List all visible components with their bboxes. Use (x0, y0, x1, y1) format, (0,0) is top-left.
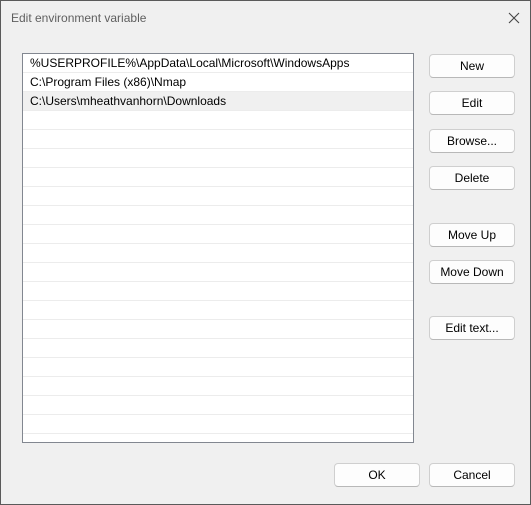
ok-button[interactable]: OK (334, 463, 420, 487)
close-icon (508, 12, 520, 24)
list-item[interactable] (23, 168, 413, 187)
move-down-button[interactable]: Move Down (429, 260, 515, 284)
list-item[interactable] (23, 206, 413, 225)
list-item[interactable] (23, 339, 413, 358)
list-item[interactable] (23, 396, 413, 415)
edit-environment-variable-dialog: Edit environment variable %USERPROFILE%\… (0, 0, 531, 505)
path-list[interactable]: %USERPROFILE%\AppData\Local\Microsoft\Wi… (22, 53, 414, 443)
delete-button[interactable]: Delete (429, 166, 515, 190)
close-button[interactable] (500, 7, 528, 29)
edit-text-button[interactable]: Edit text... (429, 316, 515, 340)
list-item[interactable] (23, 244, 413, 263)
list-item[interactable] (23, 434, 413, 442)
list-item[interactable] (23, 263, 413, 282)
list-item[interactable] (23, 415, 413, 434)
list-item[interactable] (23, 111, 413, 130)
list-item[interactable] (23, 130, 413, 149)
list-item[interactable] (23, 320, 413, 339)
list-item[interactable] (23, 149, 413, 168)
list-item[interactable] (23, 377, 413, 396)
browse-button[interactable]: Browse... (429, 129, 515, 153)
move-up-button[interactable]: Move Up (429, 223, 515, 247)
edit-button[interactable]: Edit (429, 91, 515, 115)
list-item[interactable] (23, 225, 413, 244)
list-item[interactable]: %USERPROFILE%\AppData\Local\Microsoft\Wi… (23, 54, 413, 73)
list-item[interactable] (23, 301, 413, 320)
new-button[interactable]: New (429, 54, 515, 78)
list-item[interactable]: C:\Users\mheathvanhorn\Downloads (23, 92, 413, 111)
title-bar: Edit environment variable (1, 1, 530, 35)
cancel-button[interactable]: Cancel (429, 463, 515, 487)
list-item[interactable] (23, 358, 413, 377)
list-item[interactable]: C:\Program Files (x86)\Nmap (23, 73, 413, 92)
window-title: Edit environment variable (11, 11, 147, 25)
list-item[interactable] (23, 187, 413, 206)
list-item[interactable] (23, 282, 413, 301)
